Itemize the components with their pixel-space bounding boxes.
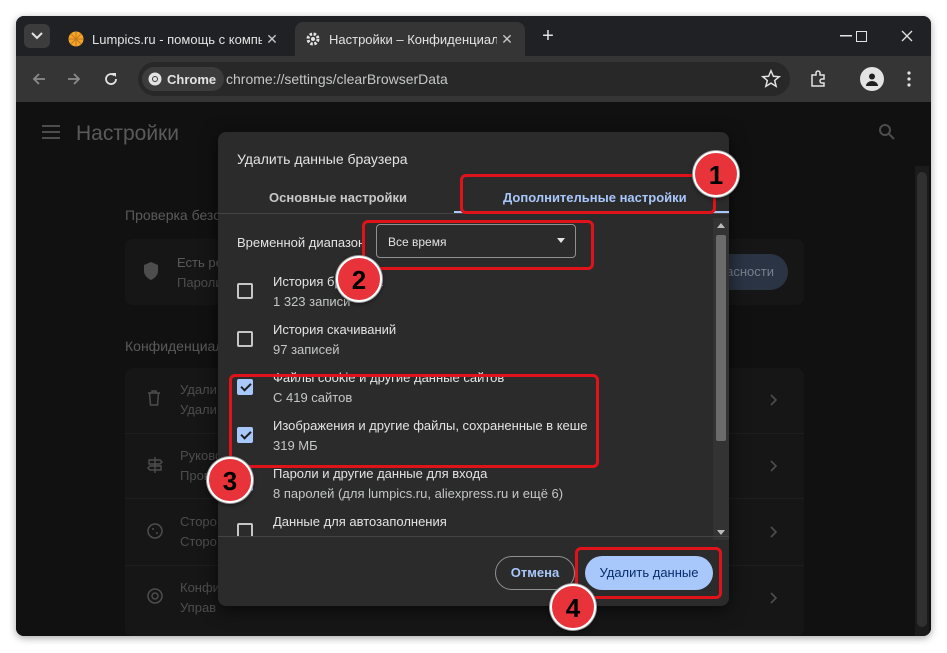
scroll-up-arrow-icon[interactable]: [717, 223, 725, 228]
new-tab-button[interactable]: +: [537, 25, 559, 48]
footer-divider: [218, 536, 729, 537]
chip-label: Chrome: [167, 71, 217, 87]
checkbox[interactable]: [237, 331, 253, 347]
item-subtitle: 8 паролей (для lumpics.ru, aliexpress.ru…: [273, 486, 564, 501]
tab-close-icon[interactable]: ✕: [262, 31, 282, 48]
kebab-menu-icon: [907, 71, 911, 87]
reload-button[interactable]: [100, 68, 122, 90]
list-item[interactable]: Данные для автозаполнения: [218, 509, 713, 536]
close-window-button[interactable]: [892, 24, 922, 48]
tab-title: Lumpics.ru - помощь с компьютером: [92, 31, 262, 47]
tab-basic[interactable]: Основные настройки: [269, 190, 407, 205]
menu-button[interactable]: [898, 68, 920, 90]
back-button[interactable]: [28, 68, 50, 90]
step-marker-1: 1: [693, 151, 739, 197]
tab-settings[interactable]: Настройки – Конфиденциальность ✕: [295, 22, 525, 56]
tab-close-icon[interactable]: ✕: [497, 31, 517, 48]
avatar-icon: [866, 73, 878, 86]
highlight-advanced-tab: [460, 174, 716, 214]
item-title: Пароли и другие данные для входа: [273, 466, 488, 481]
step-marker-2: 2: [336, 256, 382, 302]
gear-icon: [306, 32, 320, 46]
puzzle-icon: [811, 70, 825, 87]
item-title: Данные для автозаполнения: [273, 514, 447, 529]
highlight-checked-items: [229, 374, 599, 468]
arrow-left-icon: [32, 73, 45, 85]
browser-window: Lumpics.ru - помощь с компьютером ✕ Наст…: [16, 16, 931, 636]
highlight-time-range: [362, 220, 594, 270]
list-item[interactable]: История браузера 1 323 записи: [218, 269, 713, 315]
maximize-button[interactable]: [846, 24, 876, 48]
lumpics-favicon-icon: [68, 31, 84, 47]
dialog-scrollbar-thumb[interactable]: [716, 235, 726, 441]
dialog-scrollbar[interactable]: [713, 218, 729, 540]
tab-lumpics[interactable]: Lumpics.ru - помощь с компьютером ✕: [58, 22, 290, 56]
url-text: chrome://settings/clearBrowserData: [226, 71, 448, 87]
toolbar: Chrome chrome://settings/clearBrowserDat…: [16, 56, 931, 102]
profile-button[interactable]: [860, 67, 884, 91]
maximize-icon: [855, 30, 867, 42]
item-subtitle: 97 записей: [273, 342, 340, 357]
forward-button[interactable]: [63, 68, 85, 90]
scroll-down-arrow-icon[interactable]: [717, 530, 725, 535]
address-bar[interactable]: Chrome chrome://settings/clearBrowserDat…: [138, 62, 790, 96]
step-marker-3: 3: [207, 457, 253, 503]
tab-title: Настройки – Конфиденциальность: [329, 31, 497, 47]
bookmark-star-icon[interactable]: [760, 68, 782, 90]
list-item[interactable]: История скачиваний 97 записей: [218, 317, 713, 363]
chrome-chip[interactable]: Chrome: [142, 67, 225, 91]
extensions-button[interactable]: [807, 68, 829, 90]
tab-search-button[interactable]: [24, 24, 50, 48]
time-range-label: Временной диапазон: [237, 235, 366, 250]
step-marker-4: 4: [550, 584, 596, 630]
reload-icon: [105, 73, 117, 85]
tab-strip: Lumpics.ru - помощь с компьютером ✕ Наст…: [16, 16, 931, 56]
chevron-down-icon: [31, 32, 43, 40]
highlight-delete-button: [575, 547, 722, 599]
checkbox[interactable]: [237, 283, 253, 299]
checkbox[interactable]: [237, 523, 253, 536]
chrome-logo-icon: [148, 72, 162, 86]
item-subtitle: 1 323 записи: [273, 294, 351, 309]
close-icon: [901, 30, 913, 42]
dialog-title: Удалить данные браузера: [237, 151, 408, 167]
arrow-right-icon: [68, 73, 81, 85]
item-title: История скачиваний: [273, 322, 397, 337]
